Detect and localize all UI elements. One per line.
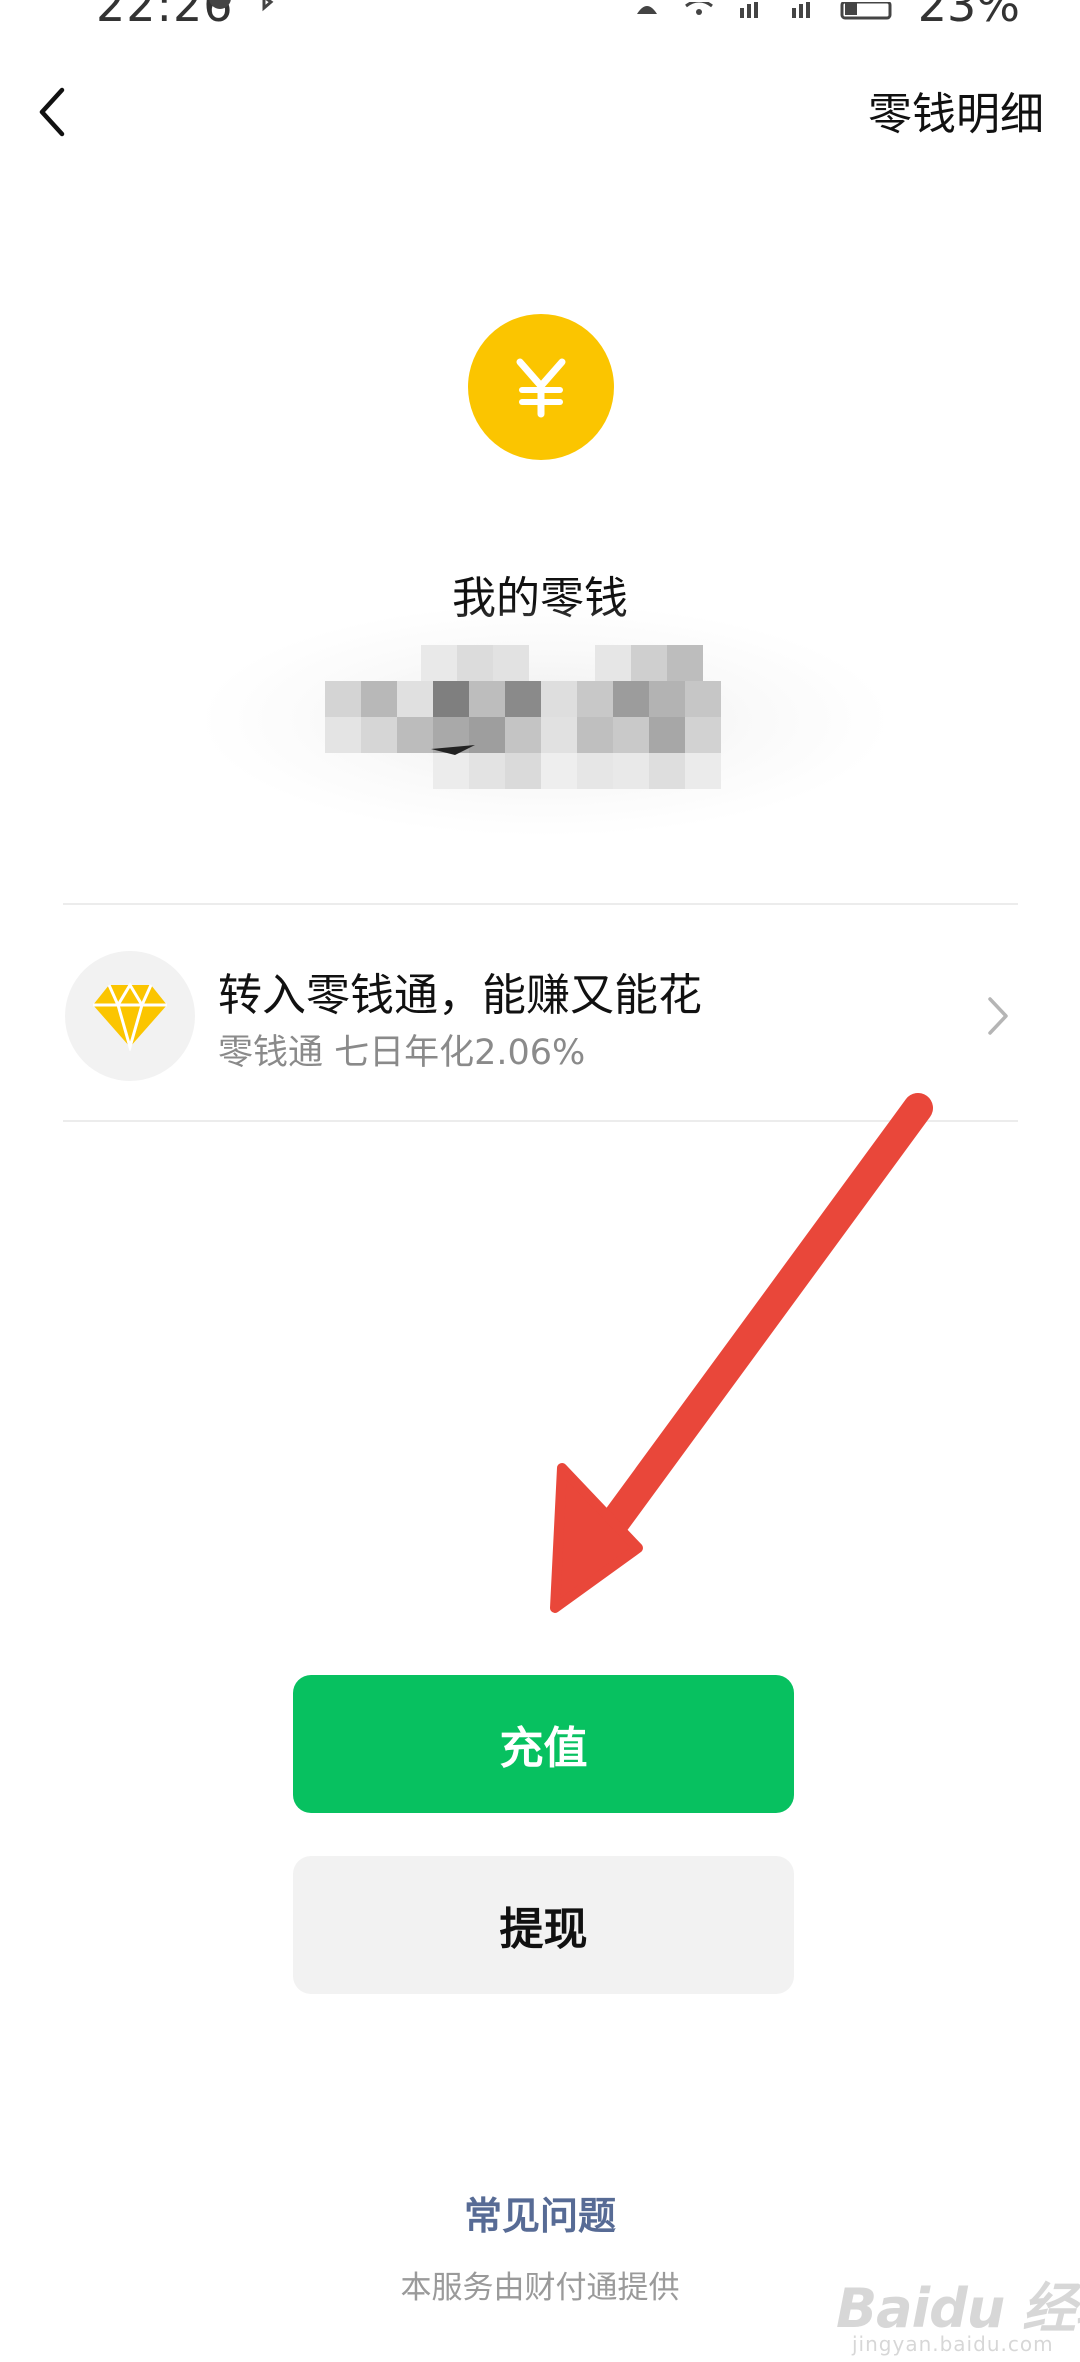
battery-percentage: 23% [917,0,1020,32]
wallet-coin-icon [468,314,614,460]
nav-bar: 零钱明细 [0,60,1080,160]
faq-link[interactable]: 常见问题 [0,2185,1080,2240]
transaction-details-link[interactable]: 零钱明细 [868,78,1044,142]
promo-icon-container [65,951,195,1081]
chevron-left-icon [39,87,65,137]
pixelation-mosaic [325,645,721,789]
lingqiantong-promo-row[interactable]: 转入零钱通，能赚又能花 零钱通 七日年化2.06% [63,915,1018,1120]
back-button[interactable] [30,78,90,142]
divider-top [63,903,1018,905]
status-icons-left [205,0,279,20]
status-bar: 22:26 23% [0,0,1080,40]
yuan-icon [516,358,566,418]
diamond-icon [93,982,167,1051]
promo-subtitle: 零钱通 七日年化2.06% [218,1033,586,1073]
bell-mute-icon [636,6,657,14]
promo-title: 转入零钱通，能赚又能花 [218,970,702,1021]
signal-icon [739,2,758,18]
battery-icon [840,2,892,20]
watermark-sub-text: jingyan.baidu.com [852,2332,1054,2356]
signal-icon [791,2,810,18]
chevron-right-icon [988,997,1008,1035]
bluetooth-icon [262,0,274,12]
withdraw-button[interactable]: 提现 [293,1856,794,1994]
baidu-jingyan-watermark: Baidu 经验 jingyan.baidu.com [826,2250,1080,2360]
balance-amount-redacted [205,605,885,835]
wifi-icon [684,2,713,15]
recharge-button[interactable]: 充值 [293,1675,794,1813]
alarm-icon [209,0,231,9]
status-icons-right: 23% [632,0,1020,32]
divider-bottom [63,1120,1018,1122]
